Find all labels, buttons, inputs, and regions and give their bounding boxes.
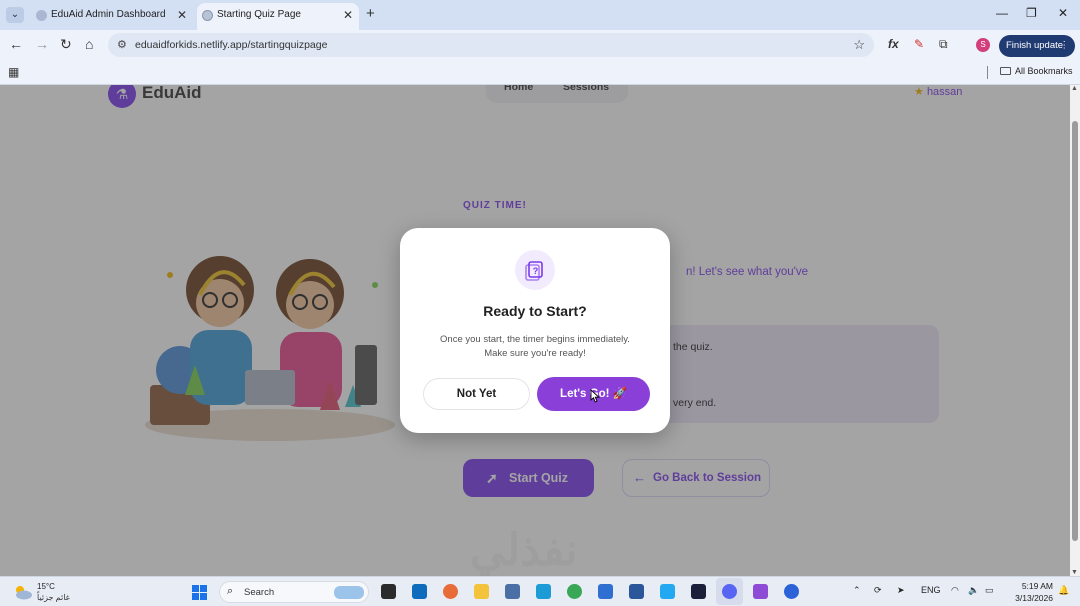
watermark-logo: نفذلي <box>470 526 578 575</box>
search-icon: ⌕ <box>227 585 234 597</box>
restore-icon[interactable]: ❐ <box>1026 6 1037 20</box>
battery-icon[interactable]: ▭ <box>985 585 994 596</box>
ready-to-start-dialog: ? Ready to Start? Once you start, the ti… <box>400 228 670 433</box>
dialog-message-line: Make sure you're ready! <box>484 348 586 359</box>
url-text: eduaidforkids.netlify.app/startingquizpa… <box>135 39 328 51</box>
dialog-message-line: Once you start, the timer begins immedia… <box>440 334 630 345</box>
language-indicator[interactable]: ENG <box>921 585 941 595</box>
dialog-title: Ready to Start? <box>483 303 587 319</box>
cloud-sun-icon <box>16 586 32 600</box>
dialog-message: Once you start, the timer begins immedia… <box>420 333 650 361</box>
tab-title: Starting Quiz Page <box>217 9 301 20</box>
tab-title: EduAid Admin Dashboard <box>51 9 166 20</box>
not-yet-button[interactable]: Not Yet <box>423 378 530 410</box>
finish-update-label: Finish update <box>1006 40 1064 51</box>
more-menu-icon[interactable]: ⋮ <box>1060 35 1070 57</box>
extensions-puzzle-icon[interactable]: ⧉ <box>939 37 948 52</box>
scrollbar-thumb[interactable] <box>1072 121 1078 541</box>
k-app-icon[interactable] <box>536 584 551 599</box>
weather-condition: غائم جزئياً <box>37 593 70 602</box>
volume-icon[interactable]: 🔈 <box>968 585 979 596</box>
outlook-icon[interactable] <box>412 584 427 599</box>
task-view-icon[interactable] <box>381 584 396 599</box>
android-studio-icon[interactable] <box>691 584 706 599</box>
scroll-up-icon[interactable]: ▲ <box>1071 85 1078 92</box>
extension-fx-icon[interactable]: fx <box>888 37 899 51</box>
clock-date: 3/13/2026 <box>1015 593 1053 603</box>
close-window-icon[interactable]: ✕ <box>1058 6 1068 20</box>
bookmark-star-icon[interactable]: ☆ <box>853 37 865 53</box>
site-info-icon[interactable]: ⚙ <box>117 38 127 51</box>
file-explorer-icon[interactable] <box>474 584 489 599</box>
finish-update-button[interactable]: Finish update ⋮ <box>999 35 1075 57</box>
tab-search-button[interactable]: ⌄ <box>6 7 24 23</box>
zoom-icon[interactable] <box>784 584 799 599</box>
apps-grid-icon[interactable]: ▦ <box>8 65 19 79</box>
sync-icon[interactable]: ⟳ <box>874 585 882 596</box>
visual-studio-icon[interactable] <box>753 584 768 599</box>
browser-toolbar: ← → ↻ ⌂ ⚙ eduaidforkids.netlify.app/star… <box>0 30 1080 61</box>
browser-tab-bar: ⌄ EduAid Admin Dashboard ✕ Starting Quiz… <box>0 0 1080 30</box>
weather-temperature: 15°C <box>37 582 55 591</box>
vscode-icon[interactable] <box>660 584 675 599</box>
tab-starting-quiz-page[interactable]: Starting Quiz Page ✕ <box>197 3 359 30</box>
minimize-icon[interactable]: — <box>996 6 1008 20</box>
favicon-icon <box>36 10 47 21</box>
all-bookmarks-button[interactable]: All Bookmarks <box>1000 66 1073 76</box>
wifi-icon[interactable]: ◠ <box>951 585 959 596</box>
close-icon[interactable]: ✕ <box>177 3 187 27</box>
word-icon[interactable] <box>629 584 644 599</box>
store-icon[interactable] <box>505 584 520 599</box>
chrome-icon[interactable] <box>567 584 582 599</box>
taskbar-search[interactable]: ⌕ Search <box>219 581 369 603</box>
app-blue-icon[interactable] <box>598 584 613 599</box>
folder-icon <box>1000 67 1011 75</box>
profile-avatar[interactable]: S <box>976 38 990 52</box>
search-label: Search <box>244 587 275 598</box>
close-icon[interactable]: ✕ <box>343 3 353 27</box>
send-icon[interactable]: ➤ <box>897 585 905 596</box>
svg-text:?: ? <box>533 266 539 276</box>
notification-bell-icon[interactable]: 🔔 <box>1058 585 1069 596</box>
home-icon[interactable]: ⌂ <box>85 36 93 52</box>
mouse-cursor-icon <box>590 389 600 403</box>
tab-eduaid-admin-dashboard[interactable]: EduAid Admin Dashboard ✕ <box>31 3 193 30</box>
quiz-icon: ? <box>515 250 555 290</box>
back-arrow-icon[interactable]: ← <box>9 36 23 52</box>
windows-start-icon[interactable] <box>192 585 207 600</box>
discord-icon[interactable] <box>722 584 737 599</box>
forward-arrow-icon[interactable]: → <box>35 36 49 52</box>
windows-taskbar: 15°C غائم جزئياً ⌕ Search ⌃ ⟳ ➤ ENG ◠ 🔈 … <box>0 576 1080 606</box>
page-scrollbar[interactable]: ▲ ▼ <box>1070 85 1080 576</box>
pen-extension-icon[interactable]: ✎ <box>914 37 924 51</box>
copilot-icon[interactable] <box>443 584 458 599</box>
divider <box>987 66 988 79</box>
system-clock[interactable]: 5:19 AM 3/13/2026 <box>1003 580 1053 604</box>
chevron-up-icon[interactable]: ⌃ <box>853 585 861 596</box>
clock-time: 5:19 AM <box>1021 581 1053 591</box>
globe-icon <box>202 10 213 21</box>
new-tab-button[interactable]: + <box>366 5 375 22</box>
search-highlight-image <box>334 586 364 599</box>
reload-icon[interactable]: ↻ <box>60 36 72 53</box>
bookmarks-bar: ▦ All Bookmarks <box>0 61 1080 85</box>
scroll-down-icon[interactable]: ▼ <box>1071 569 1078 576</box>
address-bar[interactable]: ⚙ eduaidforkids.netlify.app/startingquiz… <box>108 33 874 57</box>
all-bookmarks-label: All Bookmarks <box>1015 66 1073 76</box>
